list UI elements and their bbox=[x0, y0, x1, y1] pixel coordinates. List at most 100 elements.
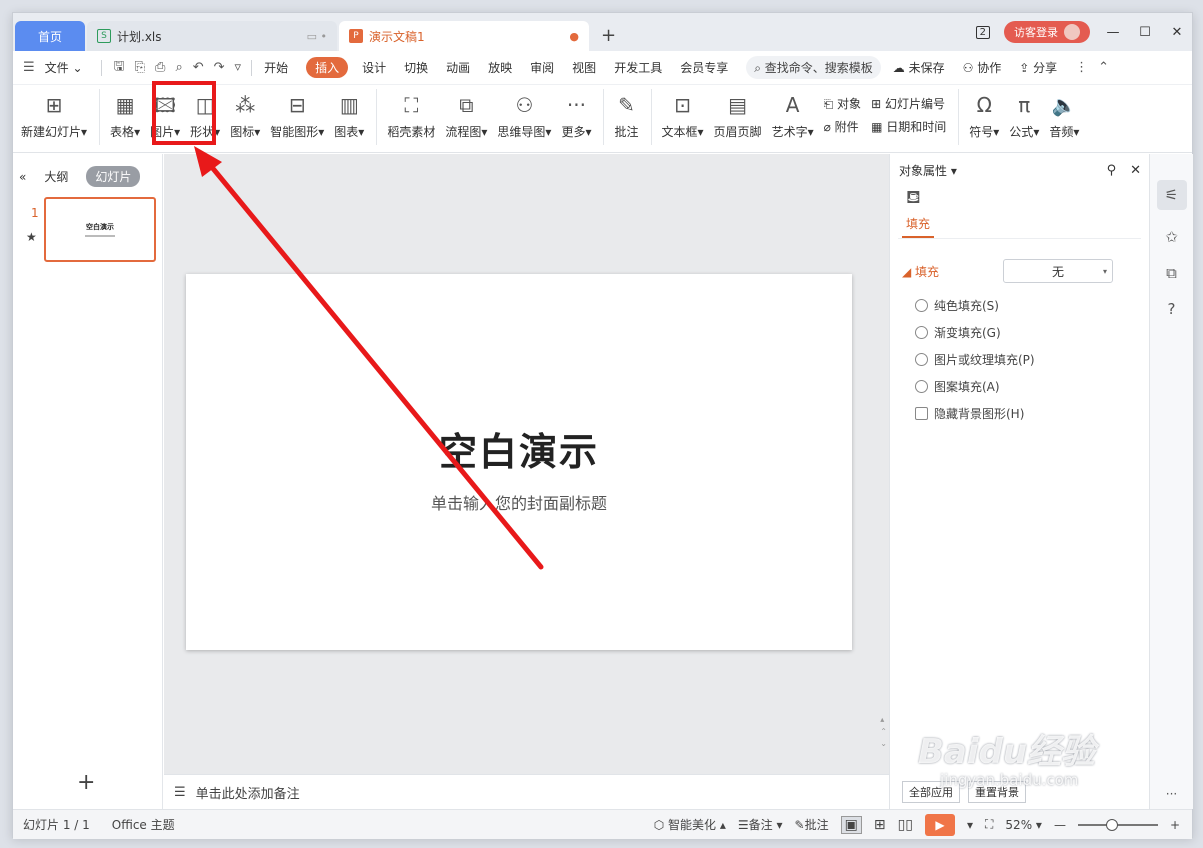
zoom-slider[interactable] bbox=[1077, 818, 1158, 831]
pattern-fill-option[interactable]: 图案填充(A) bbox=[890, 378, 1149, 395]
audio-button[interactable]: 🔈 音频▾ bbox=[1049, 85, 1079, 140]
properties-toggle-icon[interactable]: ⚟ bbox=[1156, 180, 1187, 210]
chevron-down-icon[interactable]: ▾ bbox=[967, 818, 973, 832]
animation-icon[interactable]: ✩ bbox=[1165, 228, 1178, 246]
menu-insert[interactable]: 插入 bbox=[306, 57, 349, 78]
export-icon[interactable]: ⎘ bbox=[135, 60, 145, 75]
more-vertical-icon[interactable]: ⋮ bbox=[1075, 60, 1088, 75]
new-slide-button[interactable]: ⊞ 新建幻灯片▾ bbox=[21, 85, 87, 140]
picture-button[interactable]: 🖾 图片▾ bbox=[150, 85, 180, 140]
collab-button[interactable]: ⚇ 协作 bbox=[963, 59, 1002, 76]
slide-subtitle[interactable]: 单击输入您的封面副标题 bbox=[431, 490, 607, 514]
shape-button[interactable]: ◫ 形状▾ bbox=[190, 85, 220, 140]
object-button[interactable]: ⎗ 对象 bbox=[824, 95, 861, 112]
comment-button[interactable]: ✎ 批注 bbox=[614, 85, 638, 140]
zoom-in-button[interactable]: + bbox=[1170, 818, 1180, 832]
tab-home[interactable]: 首页 bbox=[15, 21, 85, 51]
new-tab-button[interactable]: + bbox=[601, 25, 616, 46]
close-button[interactable]: ✕ bbox=[1168, 25, 1186, 40]
grid-view-icon[interactable]: ⊞ bbox=[874, 817, 886, 833]
help-icon[interactable]: ? bbox=[1168, 300, 1176, 318]
menu-slideshow[interactable]: 放映 bbox=[488, 59, 512, 76]
normal-view-icon[interactable]: ▣ bbox=[840, 815, 862, 834]
radio[interactable] bbox=[915, 380, 928, 393]
gradient-fill-option[interactable]: 渐变填充(G) bbox=[890, 324, 1149, 341]
play-slideshow-button[interactable]: ▶ bbox=[924, 813, 955, 836]
menu-view[interactable]: 视图 bbox=[572, 59, 596, 76]
unsaved-status[interactable]: ☁ 未保存 bbox=[893, 59, 945, 76]
symbol-button[interactable]: Ω 符号▾ bbox=[969, 85, 999, 140]
radio[interactable] bbox=[915, 353, 928, 366]
hide-bg-option[interactable]: 隐藏背景图形(H) bbox=[890, 405, 1149, 422]
chart-button[interactable]: ▥ 图表▾ bbox=[334, 85, 364, 140]
datetime-button[interactable]: ▦ 日期和时间 bbox=[871, 118, 946, 135]
print-preview-icon[interactable]: ⌕ bbox=[175, 60, 182, 75]
tab-pin-icon[interactable]: ▭ • bbox=[307, 30, 327, 43]
menu-home[interactable]: 开始 bbox=[264, 59, 288, 76]
command-search[interactable]: ⌕ 查找命令、搜索模板 bbox=[746, 56, 881, 79]
zoom-level[interactable]: 52% ▾ bbox=[1005, 818, 1042, 832]
attach-button[interactable]: ⌀ 附件 bbox=[824, 118, 861, 135]
slide-thumbnail[interactable]: 空白演示 bbox=[44, 197, 156, 262]
fill-type-select[interactable]: 无 ▾ bbox=[1003, 259, 1114, 283]
menu-transition[interactable]: 切换 bbox=[404, 59, 428, 76]
textbox-button[interactable]: ⊡ 文本框▾ bbox=[662, 85, 704, 140]
slides-tab[interactable]: 幻灯片 bbox=[86, 166, 141, 187]
collapse-panel-icon[interactable]: « bbox=[19, 170, 26, 184]
transition-icon[interactable]: ⧉ bbox=[1166, 264, 1177, 282]
pin-icon[interactable]: ⚲ bbox=[1107, 163, 1117, 178]
reset-bg-button[interactable]: 重置背景 bbox=[968, 781, 1026, 803]
notes-toggle-button[interactable]: ☰备注 ▾ bbox=[738, 816, 783, 833]
theme-name[interactable]: Office 主题 bbox=[112, 816, 175, 833]
more-horizontal-icon[interactable]: ··· bbox=[1166, 787, 1177, 801]
menu-developer[interactable]: 开发工具 bbox=[614, 59, 662, 76]
comment-toggle-button[interactable]: ✎批注 bbox=[795, 816, 829, 833]
scroll-nav-icon[interactable]: ▴ ⌃ ⌄ bbox=[880, 714, 887, 750]
mindmap-button[interactable]: ⚇ 思维导图▾ bbox=[497, 85, 551, 140]
menu-review[interactable]: 审阅 bbox=[530, 59, 554, 76]
zoom-out-button[interactable]: — bbox=[1054, 818, 1066, 832]
fill-tab[interactable]: 填充 bbox=[902, 213, 935, 238]
close-panel-icon[interactable]: ✕ bbox=[1130, 163, 1141, 178]
hamburger-icon[interactable]: ☰ bbox=[23, 60, 35, 75]
formula-button[interactable]: π 公式▾ bbox=[1009, 85, 1039, 140]
radio[interactable] bbox=[915, 326, 928, 339]
undo-icon[interactable]: ↶ bbox=[193, 60, 204, 75]
redo-icon[interactable]: ↷ bbox=[214, 60, 225, 75]
collapse-ribbon-icon[interactable]: ⌃ bbox=[1098, 60, 1109, 75]
share-button[interactable]: ⇪ 分享 bbox=[1019, 59, 1057, 76]
notes-bar[interactable]: ☰ 单击此处添加备注 bbox=[164, 774, 889, 809]
tab-spreadsheet[interactable]: S 计划.xls ▭ • bbox=[87, 21, 337, 51]
file-menu[interactable]: 文件 ⌄ bbox=[45, 59, 83, 76]
menu-animation[interactable]: 动画 bbox=[446, 59, 470, 76]
wordart-button[interactable]: A 艺术字▾ bbox=[772, 85, 814, 140]
checkbox[interactable] bbox=[915, 407, 928, 420]
reading-view-icon[interactable]: ▯▯ bbox=[898, 817, 913, 833]
slide[interactable]: 空白演示 单击输入您的封面副标题 bbox=[186, 274, 852, 650]
fill-section-toggle[interactable]: ◢ 填充 bbox=[902, 263, 939, 280]
tab-presentation[interactable]: P 演示文稿1 ● bbox=[339, 21, 589, 51]
properties-title[interactable]: 对象属性 ▾ bbox=[899, 162, 957, 179]
solid-fill-option[interactable]: 纯色填充(S) bbox=[890, 297, 1149, 314]
guest-login-button[interactable]: 访客登录 bbox=[1004, 21, 1090, 43]
flowchart-button[interactable]: ⧉ 流程图▾ bbox=[445, 85, 487, 140]
icon-button[interactable]: ⁂ 图标▾ bbox=[230, 85, 260, 140]
header-footer-button[interactable]: ▤ 页眉页脚 bbox=[714, 85, 762, 140]
outline-tab[interactable]: 大纲 bbox=[44, 168, 68, 185]
table-button[interactable]: ▦ 表格▾ bbox=[110, 85, 140, 140]
smartart-button[interactable]: ⊟ 智能图形▾ bbox=[270, 85, 324, 140]
customize-qat-icon[interactable]: ▿ bbox=[235, 60, 242, 75]
slide-title[interactable]: 空白演示 bbox=[439, 421, 599, 476]
zoom-slider-handle[interactable] bbox=[1105, 818, 1118, 831]
fit-window-icon[interactable]: ⛶ bbox=[985, 817, 993, 832]
print-icon[interactable]: ⎙ bbox=[155, 60, 165, 75]
add-slide-button[interactable]: + bbox=[77, 770, 95, 795]
maximize-button[interactable]: ☐ bbox=[1136, 25, 1154, 40]
menu-member[interactable]: 会员专享 bbox=[680, 59, 728, 76]
menu-design[interactable]: 设计 bbox=[362, 59, 386, 76]
beautify-button[interactable]: ⬡ 智能美化 ▴ bbox=[654, 816, 726, 833]
picture-fill-option[interactable]: 图片或纹理填充(P) bbox=[890, 351, 1149, 368]
radio[interactable] bbox=[915, 299, 928, 312]
slide-number-button[interactable]: ⊞ 幻灯片编号 bbox=[871, 95, 946, 112]
material-button[interactable]: ⛶ 稻壳素材 bbox=[387, 85, 435, 140]
